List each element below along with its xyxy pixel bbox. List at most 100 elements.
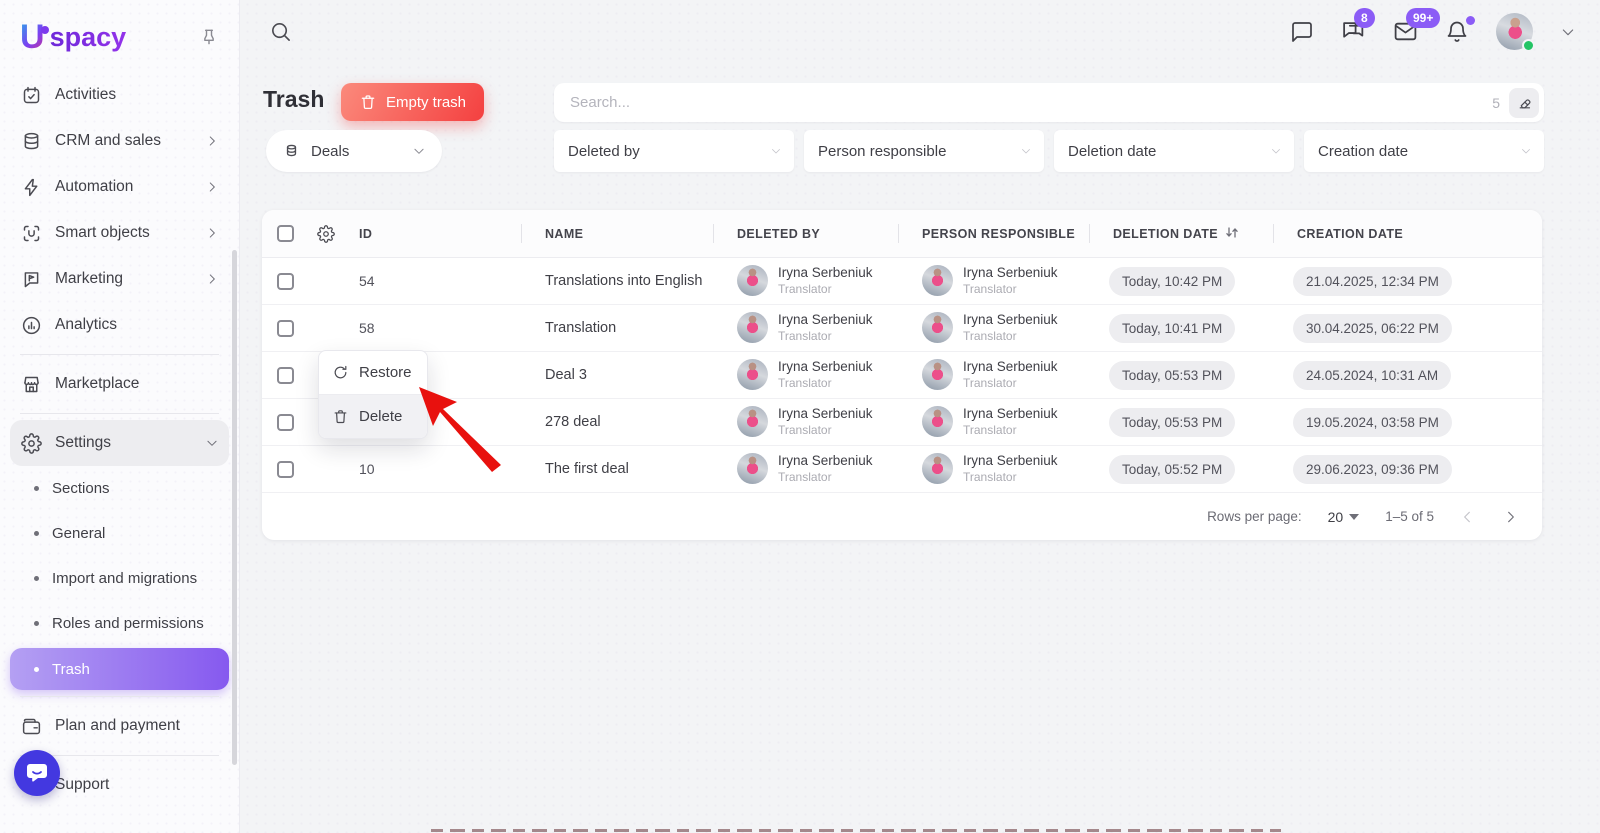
previous-page-button[interactable] — [1460, 509, 1476, 525]
creation-date-badge: 29.06.2023, 09:36 PM — [1293, 455, 1452, 484]
creation-date-badge: 19.05.2024, 03:58 PM — [1293, 408, 1452, 437]
mail-icon[interactable]: 99+ — [1393, 19, 1418, 44]
sidebar-item-activities[interactable]: Activities — [10, 72, 229, 118]
uspacy-logo[interactable]: U spacy — [20, 20, 126, 54]
entity-filter-dropdown[interactable]: Deals — [266, 130, 442, 172]
person-name[interactable]: Iryna Serbeniuk — [963, 405, 1058, 423]
person-name[interactable]: Iryna Serbeniuk — [778, 264, 873, 282]
person-role: Translator — [963, 423, 1058, 439]
chevron-down-icon[interactable] — [1560, 24, 1576, 40]
person-role: Translator — [778, 282, 873, 298]
table-settings-gear-icon[interactable] — [317, 225, 335, 243]
table-header-row: ID NAME DELETED BY PERSON RESPONSIBLE DE… — [262, 210, 1542, 258]
column-header-person-responsible[interactable]: PERSON RESPONSIBLE — [898, 210, 1089, 257]
person-role: Translator — [963, 329, 1058, 345]
person-name[interactable]: Iryna Serbeniuk — [963, 358, 1058, 376]
person-name[interactable]: Iryna Serbeniuk — [963, 264, 1058, 282]
sidebar-subitem-trash[interactable]: Trash — [10, 648, 229, 690]
filter-deletion-date[interactable]: Deletion date — [1054, 130, 1294, 172]
clear-filters-button[interactable] — [1509, 88, 1539, 118]
sidebar-item-analytics[interactable]: Analytics — [10, 302, 229, 348]
column-header-creation-date[interactable]: CREATION DATE — [1273, 210, 1542, 257]
support-chat-widget[interactable] — [14, 750, 60, 796]
chevron-down-icon — [770, 145, 782, 157]
chevron-right-icon — [205, 180, 219, 194]
context-menu-restore[interactable]: Restore — [319, 351, 427, 394]
main-content: Trash Empty trash 5 Deals Deleted by Per… — [241, 63, 1600, 833]
sidebar-subitem-roles-and-permissions[interactable]: Roles and permissions — [10, 601, 229, 646]
sidebar-item-settings[interactable]: Settings — [10, 420, 229, 466]
sidebar: U spacy Activities CRM and sales Automat… — [0, 0, 240, 833]
row-name[interactable]: Translation — [521, 320, 713, 336]
filter-deleted-by[interactable]: Deleted by — [554, 130, 794, 172]
filter-label: Creation date — [1318, 143, 1408, 160]
filter-row: Deleted by Person responsible Deletion d… — [554, 130, 1544, 172]
responsible-cell: Iryna SerbeniukTranslator — [898, 358, 1089, 391]
user-avatar[interactable] — [1496, 13, 1533, 50]
next-page-button[interactable] — [1502, 509, 1518, 525]
creation-date-badge: 21.04.2025, 12:34 PM — [1293, 267, 1452, 296]
sidebar-scrollbar[interactable] — [232, 250, 237, 765]
wallet-icon — [20, 715, 42, 737]
rows-per-page-select[interactable]: 20 — [1328, 509, 1360, 525]
sidebar-item-marketing[interactable]: Marketing — [10, 256, 229, 302]
search-input[interactable] — [570, 94, 1492, 111]
person-name[interactable]: Iryna Serbeniuk — [778, 452, 873, 470]
sort-arrows-icon — [1225, 226, 1239, 242]
lightning-icon — [20, 176, 42, 198]
sidebar-subitem-general[interactable]: General — [10, 511, 229, 556]
row-checkbox[interactable] — [277, 367, 294, 384]
sidebar-subitem-sections[interactable]: Sections — [10, 466, 229, 511]
column-header-name[interactable]: NAME — [521, 210, 713, 257]
person-name[interactable]: Iryna Serbeniuk — [778, 311, 873, 329]
sidebar-item-label: Analytics — [55, 316, 117, 334]
column-header-deleted-by[interactable]: DELETED BY — [713, 210, 898, 257]
sidebar-subitem-label: General — [52, 525, 105, 542]
mail-badge: 99+ — [1406, 8, 1440, 28]
empty-trash-button[interactable]: Empty trash — [341, 83, 484, 121]
bell-icon[interactable] — [1445, 20, 1469, 44]
divider — [20, 413, 219, 414]
sidebar-item-crm-and-sales[interactable]: CRM and sales — [10, 118, 229, 164]
column-header-id[interactable]: ID — [359, 227, 372, 241]
column-header-deletion-date[interactable]: DELETION DATE — [1089, 210, 1273, 257]
row-checkbox[interactable] — [277, 461, 294, 478]
person-name[interactable]: Iryna Serbeniuk — [778, 405, 873, 423]
table-pagination: Rows per page: 20 1–5 of 5 — [262, 493, 1542, 540]
search-icon[interactable] — [269, 20, 292, 43]
sidebar-item-automation[interactable]: Automation — [10, 164, 229, 210]
row-checkbox[interactable] — [277, 273, 294, 290]
sidebar-item-smart-objects[interactable]: Smart objects — [10, 210, 229, 256]
row-name[interactable]: The first deal — [521, 461, 713, 477]
table-row: 58 Translation Iryna SerbeniukTranslator… — [262, 305, 1542, 352]
sidebar-item-plan-and-payment[interactable]: Plan and payment — [10, 703, 229, 749]
avatar — [922, 359, 953, 390]
pin-icon[interactable] — [199, 27, 219, 47]
responsible-cell: Iryna SerbeniukTranslator — [898, 405, 1089, 438]
sidebar-item-marketplace[interactable]: Marketplace — [10, 361, 229, 407]
creation-date-badge: 30.04.2025, 06:22 PM — [1293, 314, 1452, 343]
person-name[interactable]: Iryna Serbeniuk — [963, 452, 1058, 470]
select-all-checkbox[interactable] — [277, 225, 294, 242]
chevron-down-icon — [205, 436, 219, 450]
avatar — [922, 312, 953, 343]
row-name[interactable]: 278 deal — [521, 414, 713, 430]
row-name[interactable]: Deal 3 — [521, 367, 713, 383]
sidebar-subitem-import-and-migrations[interactable]: Import and migrations — [10, 556, 229, 601]
deals-icon — [282, 142, 301, 161]
bullet-dot — [34, 621, 39, 626]
context-menu-delete[interactable]: Delete — [319, 395, 427, 438]
person-name[interactable]: Iryna Serbeniuk — [963, 311, 1058, 329]
page-title: Trash — [263, 86, 324, 113]
chats-icon[interactable]: 8 — [1341, 19, 1366, 44]
sidebar-subitem-label: Trash — [52, 661, 90, 678]
person-role: Translator — [778, 329, 873, 345]
filter-person-responsible[interactable]: Person responsible — [804, 130, 1044, 172]
filter-creation-date[interactable]: Creation date — [1304, 130, 1544, 172]
row-name[interactable]: Translations into English — [521, 273, 713, 289]
row-checkbox[interactable] — [277, 414, 294, 431]
comment-icon[interactable] — [1290, 20, 1314, 44]
row-checkbox[interactable] — [277, 320, 294, 337]
person-name[interactable]: Iryna Serbeniuk — [778, 358, 873, 376]
topbar: 8 99+ — [241, 0, 1600, 63]
